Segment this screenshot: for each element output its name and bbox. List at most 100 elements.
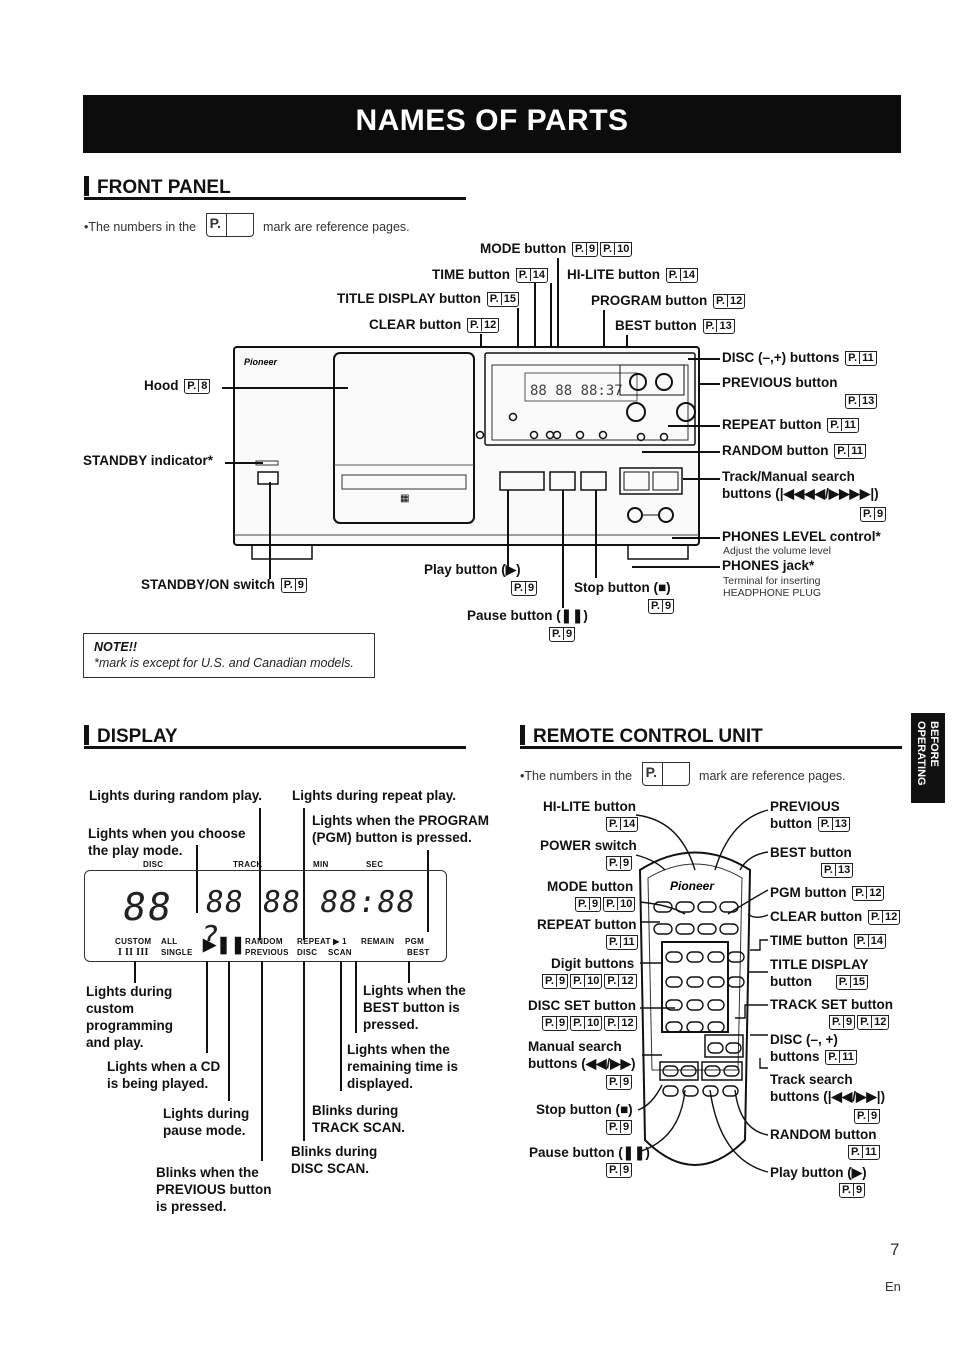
remote-note-prefix: •The numbers in the bbox=[520, 769, 633, 783]
remote-note: •The numbers in the P. mark are referenc… bbox=[520, 762, 846, 786]
callout-program: Lights when the PROGRAM (PGM) button is p… bbox=[312, 813, 489, 845]
remote-label-best: BEST button bbox=[770, 845, 852, 860]
cd-logo: ▦ bbox=[400, 493, 409, 504]
remote-label-previous: PREVIOUS bbox=[770, 799, 840, 814]
remote-label-time: TIME button P. 14 bbox=[770, 932, 886, 949]
callout-remain: Lights when the remaining time is displaye… bbox=[347, 1042, 459, 1091]
callout-previous: Blinks when the PREVIOUS button is pressed… bbox=[156, 1165, 272, 1214]
page-number: 7 bbox=[890, 1240, 900, 1259]
note-prefix: •The numbers in the bbox=[84, 220, 197, 234]
remote-label-track-search-page: P. 9 bbox=[852, 1107, 881, 1124]
remote-label-random: RANDOM button bbox=[770, 1127, 877, 1142]
lcd-play-pause: ▶❚❚ bbox=[203, 935, 246, 954]
lcd-label-min: MIN bbox=[313, 860, 329, 869]
phones-jack-desc-2: HEADPHONE PLUG bbox=[723, 587, 822, 599]
label-standby-indicator: STANDBY indicator* bbox=[83, 453, 214, 468]
label-pause-page: P. 9 bbox=[547, 626, 576, 642]
remote-heading-text: REMOTE CONTROL UNIT bbox=[533, 726, 763, 747]
side-tab-line2: OPERATING bbox=[915, 721, 927, 786]
remote-heading: REMOTE CONTROL UNIT bbox=[520, 725, 763, 748]
label-track-search-page: P. 9 bbox=[858, 506, 887, 522]
label-phones-jack: PHONES jack* bbox=[722, 558, 815, 573]
callout-custom: Lights during custom programming and play. bbox=[86, 984, 174, 1050]
lcd-all: ALL bbox=[161, 937, 178, 946]
lcd-custom: CUSTOM bbox=[115, 937, 152, 946]
label-play-page: P. 9 bbox=[509, 580, 538, 596]
lcd-scan: SCAN bbox=[328, 948, 352, 957]
front-panel-heading: FRONT PANEL bbox=[84, 176, 231, 199]
callout-pause: Lights during pause mode. bbox=[163, 1106, 250, 1138]
remote-label-track-set-pages: P. 9 P. 12 bbox=[827, 1013, 890, 1030]
label-hood: Hood P. 8 bbox=[144, 378, 211, 394]
lcd-disc: DISC bbox=[297, 948, 318, 957]
label-random-button: RANDOM button P. 11 bbox=[722, 443, 866, 459]
display-heading: DISPLAY bbox=[84, 725, 178, 748]
label-stop-page: P. 9 bbox=[646, 598, 675, 614]
page-ref-icon: P. bbox=[641, 762, 690, 786]
front-panel-note: •The numbers in the P. mark are referenc… bbox=[84, 213, 410, 237]
label-time-button: TIME button P. 14 bbox=[432, 267, 548, 283]
side-tab-line1: BEFORE bbox=[928, 721, 940, 767]
label-previous-button: PREVIOUS button bbox=[722, 375, 838, 390]
phones-level-desc: Adjust the volume level bbox=[723, 545, 831, 557]
svg-text:88 88 88:37: 88 88 88:37 bbox=[530, 383, 623, 399]
label-title-display-button: TITLE DISPLAY button P. 15 bbox=[337, 291, 519, 307]
note-suffix: mark are reference pages. bbox=[263, 220, 410, 234]
lcd-label-disc: DISC bbox=[143, 860, 164, 869]
callout-cd-played: Lights when a CD is being played. bbox=[107, 1059, 221, 1091]
remote-label-title-display-2: button P. 15 bbox=[770, 973, 868, 990]
remote-label-play: Play button (▶) bbox=[770, 1165, 867, 1180]
front-panel-rule bbox=[84, 197, 466, 200]
language-code: En bbox=[885, 1279, 901, 1294]
lcd-roman: I II III bbox=[118, 947, 149, 958]
remote-label-title-display: TITLE DISPLAY bbox=[770, 957, 869, 972]
standby-switch bbox=[257, 471, 279, 485]
label-clear-button: CLEAR button P. 12 bbox=[369, 317, 500, 333]
lcd-single: SINGLE bbox=[161, 948, 193, 957]
note-text: *mark is except for U.S. and Canadian mo… bbox=[94, 656, 354, 670]
remote-label-pgm: PGM button P. 12 bbox=[770, 884, 885, 901]
label-hilite-button: HI-LITE button P. 14 bbox=[567, 267, 698, 283]
front-panel-heading-text: FRONT PANEL bbox=[97, 177, 231, 198]
cd-player-illustration: ▦ Pioneer 88 88 88:37 bbox=[233, 346, 700, 560]
phones-jack-desc-1: Terminal for inserting bbox=[723, 575, 821, 587]
label-standby-switch: STANDBY/ON switch P. 9 bbox=[141, 577, 307, 593]
callout-best: Lights when the BEST button is pressed. bbox=[363, 983, 466, 1032]
lcd-remain: REMAIN bbox=[361, 937, 395, 946]
lcd-repeat: REPEAT ▶ 1 bbox=[297, 937, 347, 946]
remote-label-clear: CLEAR button P. 12 bbox=[770, 908, 901, 925]
label-previous-page: P. 13 bbox=[843, 393, 878, 409]
note-title: NOTE!! bbox=[94, 640, 138, 654]
remote-note-suffix: mark are reference pages. bbox=[699, 769, 846, 783]
label-best-button: BEST button P. 13 bbox=[615, 318, 735, 334]
lcd-display: 88 88 88 88:88 ? CUSTOM I II III ALL SIN… bbox=[84, 870, 447, 962]
label-mode-button: MODE button P. 9 P. 10 bbox=[480, 241, 633, 257]
lcd-previous: PREVIOUS bbox=[245, 948, 289, 957]
section-tab: BEFORE OPERATING bbox=[911, 713, 945, 803]
label-play-button: Play button (▶) bbox=[424, 562, 521, 577]
label-pause-button: Pause button (❚❚) bbox=[467, 608, 588, 623]
label-track-search-2: buttons (|◀◀◀◀/▶▶▶▶|) bbox=[722, 486, 879, 501]
remote-label-previous-2: button P. 13 bbox=[770, 815, 850, 832]
label-program-button: PROGRAM button P. 12 bbox=[591, 293, 746, 309]
label-stop-button: Stop button (■) bbox=[574, 580, 671, 595]
remote-label-track-search: Track search bbox=[770, 1072, 853, 1087]
page-title: NAMES OF PARTS bbox=[83, 95, 901, 153]
callout-play-mode: Lights when you choose the play mode. bbox=[88, 826, 246, 858]
page-ref-icon: P. bbox=[205, 213, 254, 237]
lcd-random: RANDOM bbox=[245, 937, 283, 946]
display-rule bbox=[84, 746, 466, 749]
callout-track-scan: Blinks during TRACK SCAN. bbox=[312, 1103, 405, 1135]
callout-repeat: Lights during repeat play. bbox=[292, 788, 457, 803]
remote-label-track-search-2: buttons (|◀◀/▶▶|) bbox=[770, 1089, 886, 1104]
brand-logo: Pioneer bbox=[244, 357, 278, 367]
label-phones-level: PHONES LEVEL control* bbox=[722, 529, 881, 544]
callout-random: Lights during random play. bbox=[89, 788, 263, 803]
remote-label-track-set: TRACK SET button bbox=[770, 997, 893, 1012]
remote-leader-lines bbox=[635, 809, 769, 1173]
lcd-disc-digits: 88 bbox=[119, 885, 176, 929]
label-repeat-button: REPEAT button P. 11 bbox=[722, 417, 859, 433]
display-heading-text: DISPLAY bbox=[97, 726, 178, 747]
note-box: NOTE!! *mark is except for U.S. and Cana… bbox=[83, 633, 375, 678]
remote-rule bbox=[520, 746, 902, 749]
